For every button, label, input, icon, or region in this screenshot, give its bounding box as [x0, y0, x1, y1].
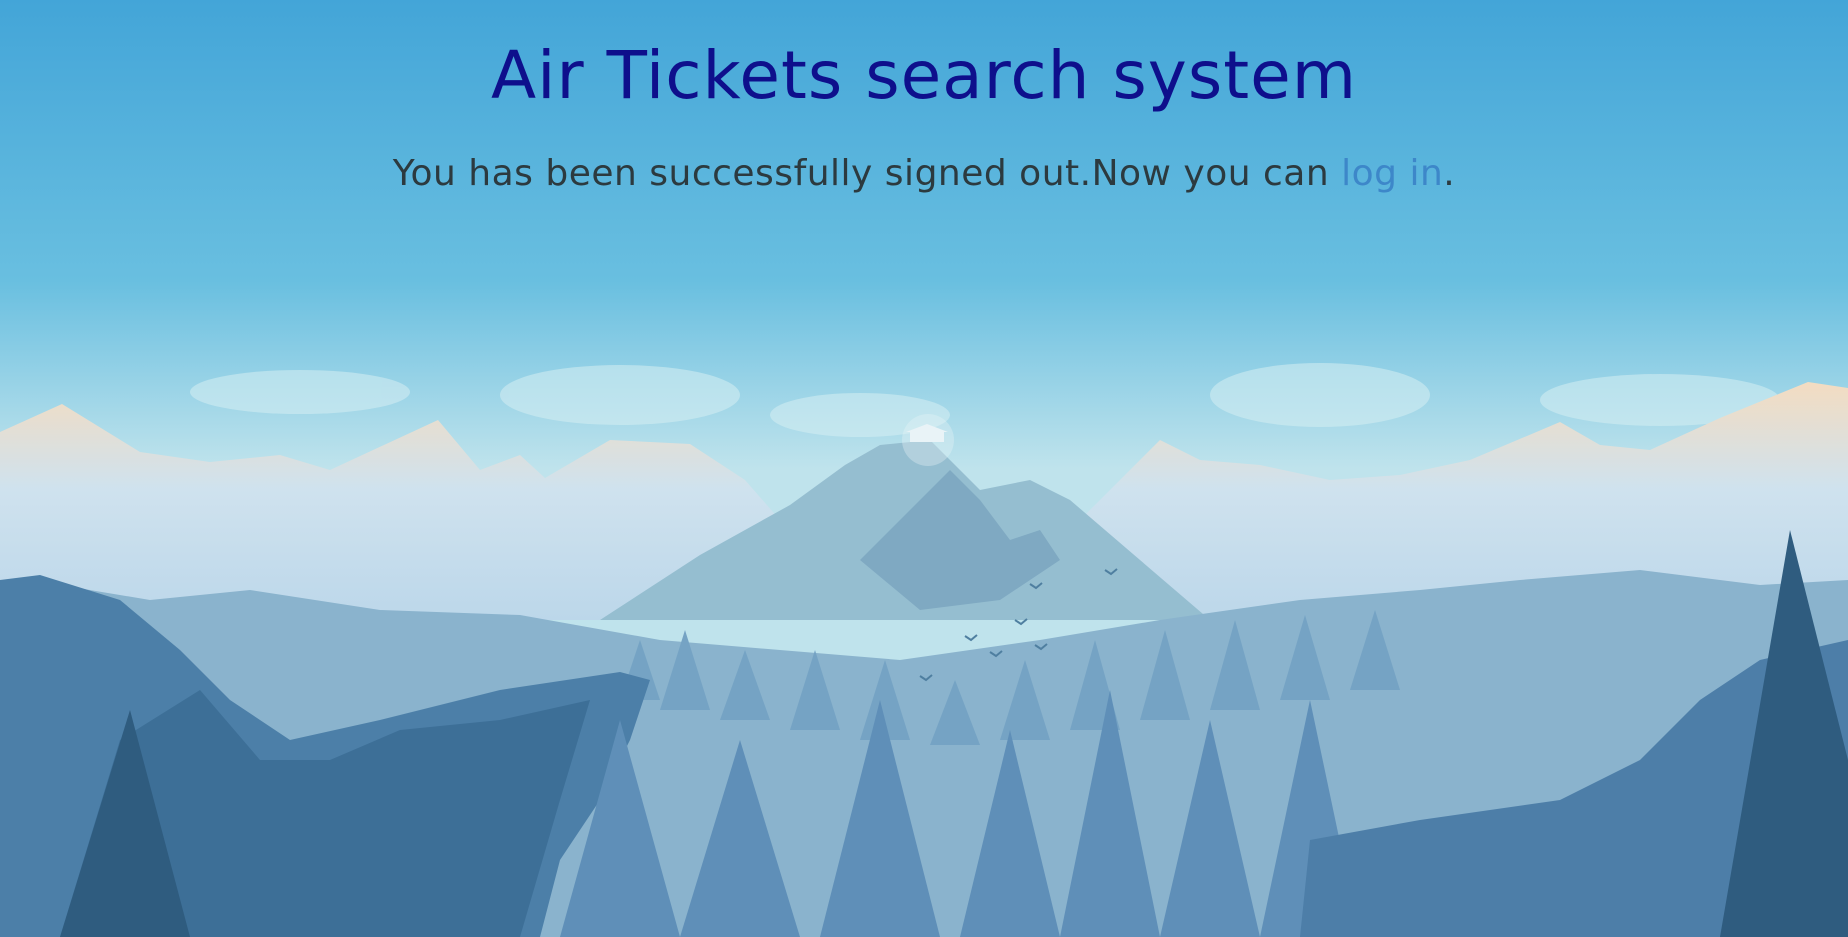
signout-message-text: You has been successfully signed out.Now… [392, 153, 1342, 194]
signout-message: You has been successfully signed out.Now… [0, 150, 1848, 198]
mountain-landscape-background [0, 0, 1848, 937]
signout-message-suffix: . [1443, 153, 1456, 194]
login-link[interactable]: log in [1341, 153, 1443, 194]
page: Air Tickets search system You has been s… [0, 0, 1848, 937]
page-title: Air Tickets search system [490, 37, 1358, 114]
lookout-tower-icon [902, 414, 954, 466]
